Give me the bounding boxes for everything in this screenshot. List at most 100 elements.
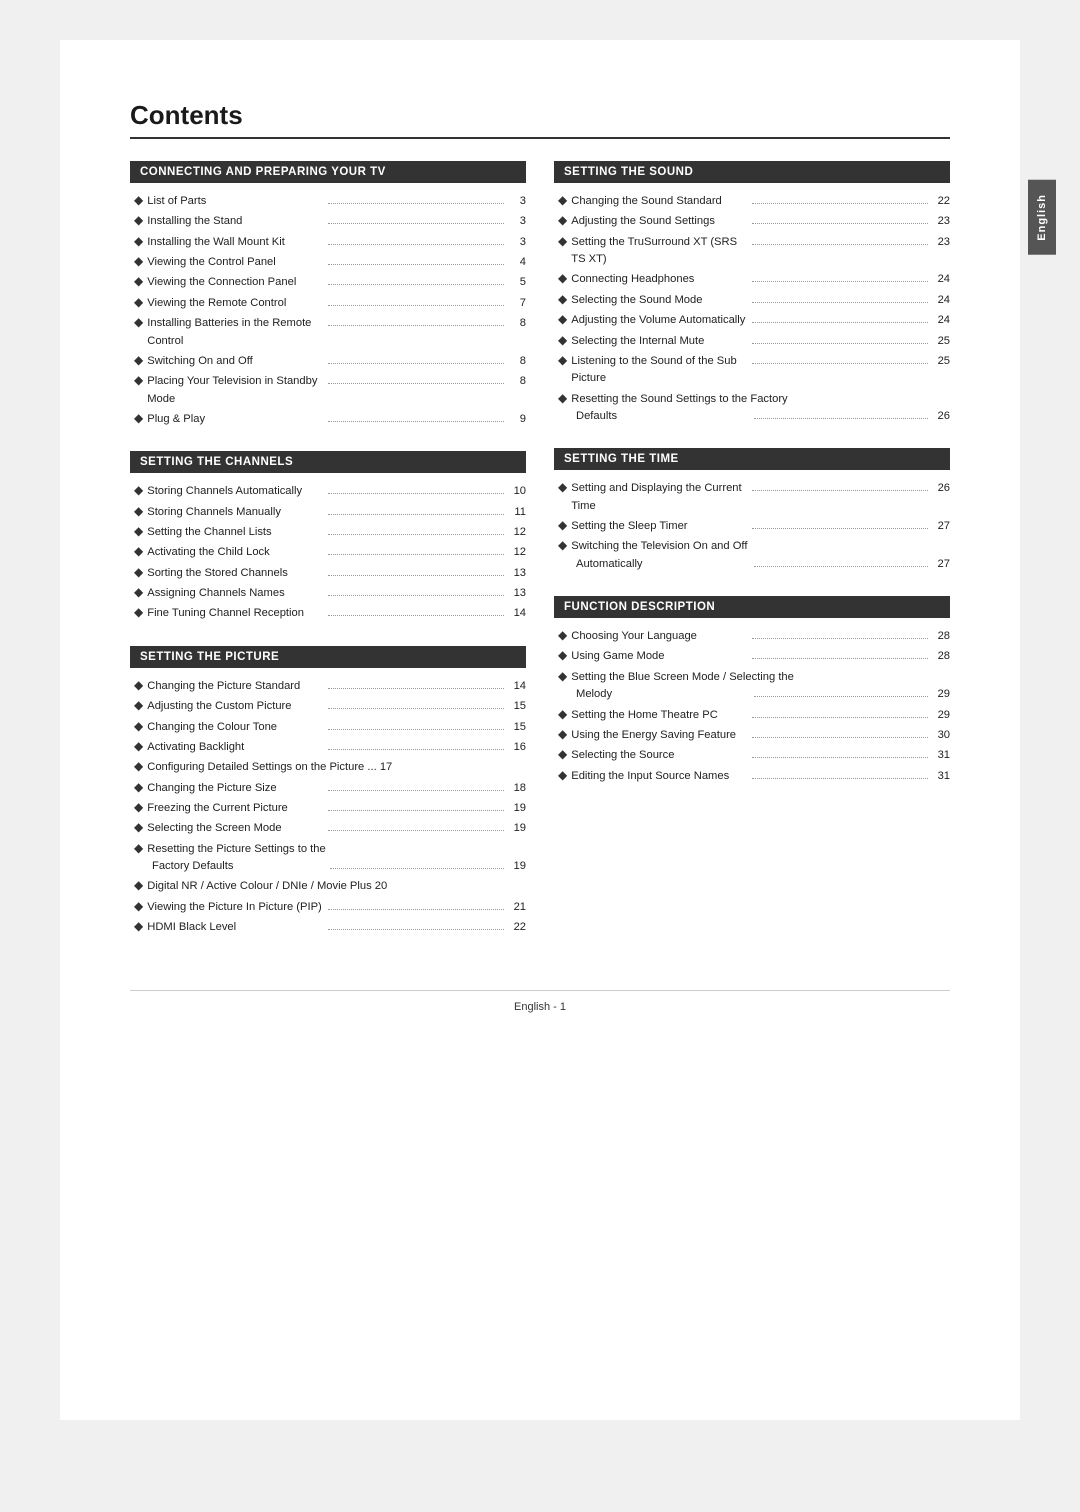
list-item: ◆ Resetting the Sound Settings to the Fa… (554, 389, 950, 427)
dots (328, 493, 504, 494)
bullet-icon: ◆ (134, 293, 143, 312)
section-sound: Setting the Sound ◆ Changing the Sound S… (554, 161, 950, 426)
entry-text: Switching the Television On and Off (571, 538, 747, 555)
toc-list-function: ◆ Choosing Your Language 28 ◆ Using Game… (554, 626, 950, 786)
list-item: ◆ Selecting the Screen Mode 19 (130, 818, 526, 838)
bullet-icon: ◆ (558, 290, 567, 309)
list-item: ◆ Changing the Colour Tone 15 (130, 717, 526, 737)
dots (328, 929, 504, 930)
list-item: ◆ Setting the Blue Screen Mode / Selecti… (554, 667, 950, 705)
entry-text: Setting the Channel Lists (147, 524, 323, 541)
section-time: Setting the Time ◆ Setting and Displayin… (554, 448, 950, 574)
dots (328, 203, 504, 204)
entry-text: Installing the Stand (147, 213, 323, 230)
dots (752, 717, 928, 718)
list-item: ◆ Plug & Play 9 (130, 409, 526, 429)
page-num: 13 (508, 565, 526, 582)
bullet-icon: ◆ (134, 839, 143, 858)
dots (328, 749, 504, 750)
page-num: 3 (508, 213, 526, 230)
list-item: ◆ Sorting the Stored Channels 13 (130, 563, 526, 583)
page-num: 12 (508, 524, 526, 541)
bullet-icon: ◆ (558, 705, 567, 724)
list-item: ◆ Fine Tuning Channel Reception 14 (130, 603, 526, 623)
dots (328, 595, 504, 596)
entry-text: Viewing the Connection Panel (147, 274, 323, 291)
dots (328, 790, 504, 791)
entry-text: Adjusting the Sound Settings (571, 213, 747, 230)
section-header-sound: Setting the Sound (554, 161, 950, 183)
bullet-icon: ◆ (558, 725, 567, 744)
toc-list-sound: ◆ Changing the Sound Standard 22 ◆ Adjus… (554, 191, 950, 426)
entry-text: Installing Batteries in the Remote Contr… (147, 315, 323, 350)
list-item: ◆ Configuring Detailed Settings on the P… (130, 757, 526, 777)
dots (328, 708, 504, 709)
entry-text: Setting the TruSurround XT (SRS TS XT) (571, 234, 747, 269)
list-item: ◆ Switching On and Off 8 (130, 351, 526, 371)
bullet-icon: ◆ (558, 626, 567, 645)
bullet-icon: ◆ (558, 766, 567, 785)
page-num: 3 (508, 193, 526, 210)
bullet-icon: ◆ (134, 778, 143, 797)
bullet-icon: ◆ (134, 252, 143, 271)
bullet-icon: ◆ (134, 522, 143, 541)
entry-text: Changing the Sound Standard (571, 193, 747, 210)
bullet-icon: ◆ (134, 409, 143, 428)
section-connecting: Connecting and Preparing Your TV ◆ List … (130, 161, 526, 429)
toc-list-time: ◆ Setting and Displaying the Current Tim… (554, 478, 950, 574)
list-item: ◆ Freezing the Current Picture 19 (130, 798, 526, 818)
list-item: ◆ Adjusting the Custom Picture 15 (130, 696, 526, 716)
entry-text: Resetting the Picture Settings to the (147, 841, 325, 858)
entry-text: Activating Backlight (147, 739, 323, 756)
bullet-icon: ◆ (558, 232, 567, 251)
page-num: 23 (932, 213, 950, 230)
list-item: ◆ Editing the Input Source Names 31 (554, 766, 950, 786)
list-item: ◆ Assigning Channels Names 13 (130, 583, 526, 603)
page-num: 9 (508, 411, 526, 428)
page-num: 27 (932, 556, 950, 573)
section-function: Function Description ◆ Choosing Your Lan… (554, 596, 950, 786)
page-title: Contents (130, 100, 950, 139)
list-item: ◆ Switching the Television On and Off Au… (554, 536, 950, 574)
section-channels: Setting the Channels ◆ Storing Channels … (130, 451, 526, 624)
list-item: ◆ Setting and Displaying the Current Tim… (554, 478, 950, 516)
list-item: ◆ Connecting Headphones 24 (554, 269, 950, 289)
dots (328, 383, 504, 384)
page-num: 3 (508, 234, 526, 251)
page-num: 22 (508, 919, 526, 936)
entry-text: Selecting the Source (571, 747, 747, 764)
entry-continuation: Automatically (576, 556, 750, 573)
page-num: 22 (932, 193, 950, 210)
page-num: 28 (932, 628, 950, 645)
page-num: 24 (932, 292, 950, 309)
bullet-icon: ◆ (134, 481, 143, 500)
list-item: ◆ Resetting the Picture Settings to the … (130, 839, 526, 877)
page-num: 29 (932, 686, 950, 703)
dots (328, 264, 504, 265)
dots (752, 638, 928, 639)
list-item: ◆ Using the Energy Saving Feature 30 (554, 725, 950, 745)
dots (752, 203, 928, 204)
entry-text: Adjusting the Volume Automatically (571, 312, 747, 329)
bullet-icon: ◆ (558, 667, 567, 686)
dots (328, 810, 504, 811)
page-num: 5 (508, 274, 526, 291)
bullet-icon: ◆ (134, 502, 143, 521)
entry-continuation: Factory Defaults (152, 858, 326, 875)
list-item: ◆ Setting the Sleep Timer 27 (554, 516, 950, 536)
bullet-icon: ◆ (134, 563, 143, 582)
dots (752, 302, 928, 303)
bullet-icon: ◆ (558, 536, 567, 555)
footer-text: English - 1 (514, 1001, 566, 1013)
page-num: 8 (508, 315, 526, 332)
entry-text: Sorting the Stored Channels (147, 565, 323, 582)
section-header-function: Function Description (554, 596, 950, 618)
bullet-icon: ◆ (558, 191, 567, 210)
page-num: 13 (508, 585, 526, 602)
section-header-connecting: Connecting and Preparing Your TV (130, 161, 526, 183)
bullet-icon: ◆ (134, 876, 143, 895)
bullet-icon: ◆ (558, 389, 567, 408)
entry-text: Choosing Your Language (571, 628, 747, 645)
bullet-icon: ◆ (558, 211, 567, 230)
bullet-icon: ◆ (558, 351, 567, 370)
